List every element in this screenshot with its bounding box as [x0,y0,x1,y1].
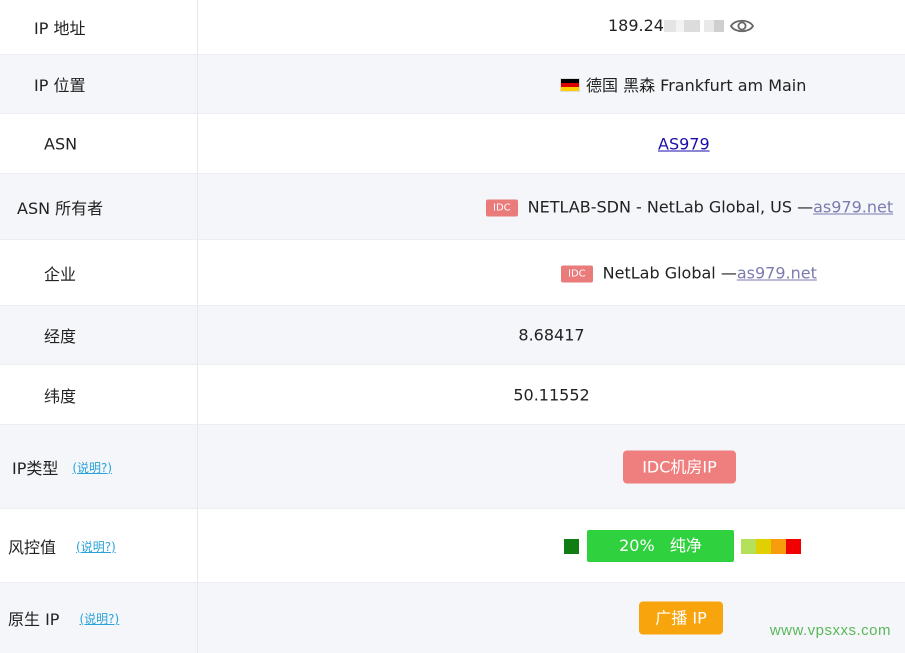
company-text: NetLab Global — [602,263,737,282]
ip-type-label-group: IP类型 (说明?) [12,455,112,479]
ip-type-badge: IDC机房IP [623,450,736,483]
longitude-value: 8.68417 [518,325,585,345]
label-cell: ASN [0,114,198,173]
longitude-label: 经度 [44,327,77,346]
company-value: IDC NetLab Global —as979.net [561,263,817,282]
row-ip-type: IP类型 (说明?) IDC机房IP [0,425,905,509]
label-cell: IP类型 (说明?) [0,425,198,508]
label-cell: IP 地址 [0,0,198,54]
company-label: 企业 [44,264,77,284]
latitude-label: 纬度 [44,386,77,406]
eye-icon[interactable] [729,18,755,38]
risk-help-link[interactable]: (说明?) [76,540,116,554]
native-ip-label: 原生 IP [8,610,60,629]
ip-type-help-link[interactable]: (说明?) [72,461,112,475]
risk-scale-segment [771,538,786,554]
asn-value: AS979 [658,134,710,153]
asn-owner-label: ASN 所有者 [17,198,104,218]
ip-address-label: IP 地址 [34,19,86,38]
germany-flag-icon [560,78,580,92]
ip-address-text: 189.24 [608,16,664,35]
risk-label: 风控值 [8,537,57,557]
label-cell: ASN 所有者 [0,174,198,239]
label-cell: 风控值 (说明?) [0,509,198,582]
ip-address-blurred [663,20,724,32]
row-asn-owner: ASN 所有者 IDC NETLAB-SDN - NetLab Global, U… [0,174,905,240]
idc-tag: IDC [561,265,593,282]
row-risk-score: 风控值 (说明?) 20% 纯净 [0,509,905,583]
native-ip-value: 广播 IP [639,601,723,635]
row-longitude: 经度 8.68417 [0,306,905,365]
risk-scale-segment [741,538,756,554]
ip-location-value: 德国 黑森 Frankfurt am Main [560,72,806,96]
ip-address-value: 189.24 [608,16,755,38]
latitude-value: 50.11552 [513,385,590,404]
asn-owner-text: NETLAB-SDN - NetLab Global, US — [527,197,814,216]
label-cell: 企业 [0,240,198,305]
ip-type-label: IP类型 [12,458,59,478]
row-native-ip: 原生 IP (说明?) 广播 IP [0,583,905,653]
idc-tag: IDC [486,199,518,216]
company-domain-link[interactable]: as979.net [737,263,817,282]
risk-scale [741,538,801,554]
native-ip-badge: 广播 IP [639,601,723,635]
native-ip-help-link[interactable]: (说明?) [79,612,119,626]
risk-score-bar: 20% 纯净 [587,529,734,562]
row-company: 企业 IDC NetLab Global —as979.net [0,240,905,306]
label-cell: 原生 IP (说明?) [0,583,198,653]
label-cell: 经度 [0,306,198,364]
risk-scale-segment [786,538,801,554]
asn-owner-domain-link[interactable]: as979.net [813,197,893,216]
asn-owner-value: IDC NETLAB-SDN - NetLab Global, US —as979… [486,197,893,216]
asn-label: ASN [44,134,78,153]
asn-link[interactable]: AS979 [658,134,710,153]
watermark: www.vpsxxs.com [769,622,891,639]
row-asn: ASN AS979 [0,114,905,174]
row-latitude: 纬度 50.11552 [0,365,905,425]
native-ip-label-group: 原生 IP (说明?) [8,606,119,630]
label-cell: 纬度 [0,365,198,424]
risk-scale-segment [756,538,771,554]
ip-type-value: IDC机房IP [623,450,736,483]
label-cell: IP 位置 [0,55,198,113]
risk-indicator-square [564,538,579,554]
row-ip-location: IP 位置 德国 黑森 Frankfurt am Main [0,55,905,114]
ip-location-label: IP 位置 [34,76,86,95]
ip-location-text: 德国 黑森 Frankfurt am Main [586,76,807,95]
row-ip-address: IP 地址 189.24 [0,0,905,55]
risk-label-group: 风控值 (说明?) [8,534,116,558]
